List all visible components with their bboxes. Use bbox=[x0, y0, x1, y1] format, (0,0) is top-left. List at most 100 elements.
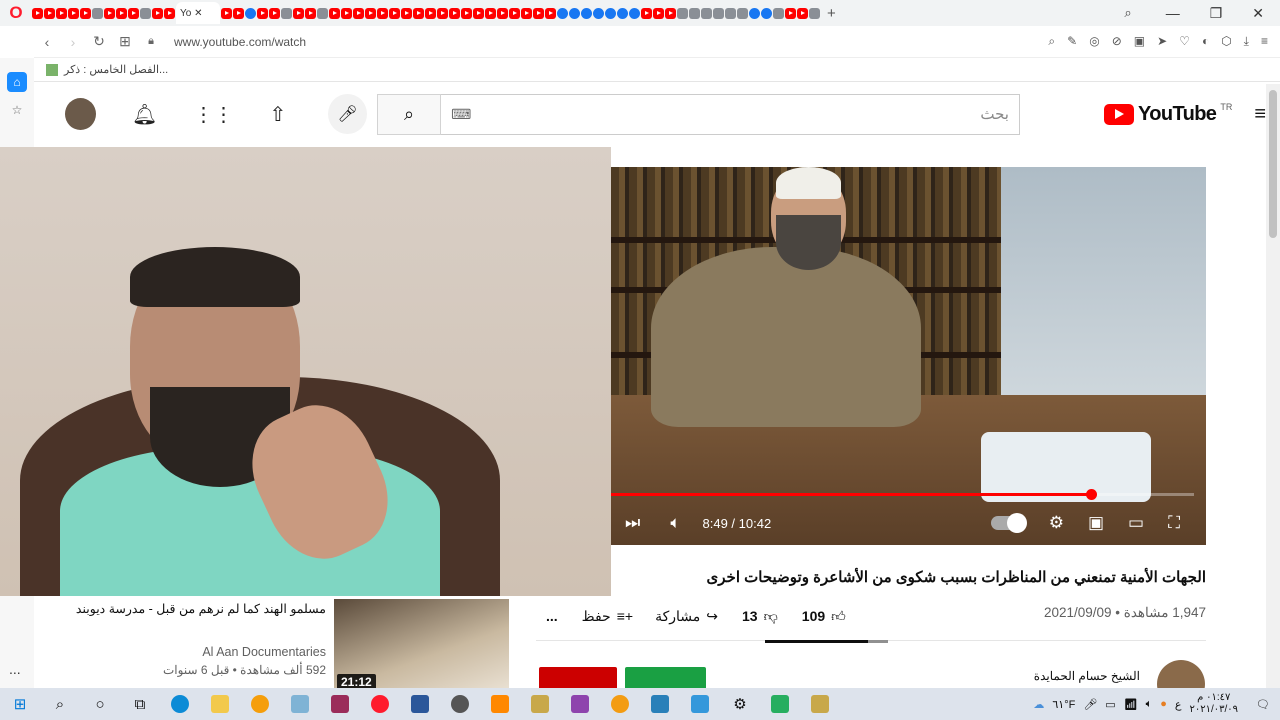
youtube-tab-icon[interactable] bbox=[377, 7, 388, 19]
telegram-tab-icon[interactable] bbox=[629, 7, 640, 19]
pdf-icon[interactable] bbox=[560, 688, 600, 720]
generic-tab-icon[interactable] bbox=[737, 7, 748, 19]
youtube-tab-icon[interactable] bbox=[401, 7, 412, 19]
youtube-tab-icon[interactable] bbox=[509, 7, 520, 19]
search-icon[interactable]: ⌕ bbox=[40, 688, 80, 720]
youtube-tab-icon[interactable] bbox=[413, 7, 424, 19]
generic-tab-icon[interactable] bbox=[809, 7, 820, 19]
download-icon[interactable]: ⤓ bbox=[1244, 34, 1249, 49]
notifications-bell-icon[interactable]: 🔔︎ bbox=[132, 102, 157, 127]
app-icon[interactable] bbox=[520, 688, 560, 720]
app-icon[interactable] bbox=[680, 688, 720, 720]
media-icon[interactable] bbox=[440, 688, 480, 720]
youtube-tab-icon[interactable] bbox=[104, 7, 115, 19]
share-button[interactable]: مشاركة ↪ bbox=[655, 608, 718, 625]
upload-icon[interactable]: ⇧ bbox=[269, 102, 286, 127]
adblock-icon[interactable]: ⊘ bbox=[1112, 34, 1122, 49]
apps-grid-icon[interactable]: ⋮⋮ bbox=[193, 102, 233, 127]
opera-icon[interactable] bbox=[360, 688, 400, 720]
cortana-icon[interactable]: ○ bbox=[80, 688, 120, 720]
save-button[interactable]: حفظ ≡+ bbox=[582, 608, 633, 625]
app-icon[interactable] bbox=[240, 688, 280, 720]
url-field[interactable]: www.youtube.com/watch bbox=[174, 35, 306, 49]
gmail-tab-icon[interactable] bbox=[92, 7, 103, 19]
generic-tab-icon[interactable] bbox=[317, 7, 328, 19]
facebook-tab-icon[interactable] bbox=[569, 7, 580, 19]
youtube-tab-icon[interactable] bbox=[164, 7, 175, 19]
search-button[interactable]: ⌕ bbox=[377, 93, 442, 135]
avatar[interactable] bbox=[65, 98, 97, 130]
youtube-tab-icon[interactable] bbox=[461, 7, 472, 19]
menu-icon[interactable]: ≡ bbox=[1261, 34, 1268, 49]
youtube-tab-icon[interactable] bbox=[293, 7, 304, 19]
youtube-tab-icon[interactable] bbox=[80, 7, 91, 19]
facebook-tab-icon[interactable] bbox=[581, 7, 592, 19]
like-button[interactable]: 109 👍︎ bbox=[802, 608, 846, 625]
settings-gear-icon[interactable]: ⚙ bbox=[720, 688, 760, 720]
generic-tab-icon[interactable] bbox=[701, 7, 712, 19]
photos-icon[interactable] bbox=[640, 688, 680, 720]
volume-icon[interactable]: 🔈︎ bbox=[670, 513, 680, 533]
youtube-logo[interactable]: YouTube TR bbox=[1103, 102, 1232, 126]
youtube-tab-icon[interactable] bbox=[305, 7, 316, 19]
generic-tab-icon[interactable] bbox=[689, 7, 700, 19]
theater-mode-icon[interactable]: ▭ bbox=[1128, 513, 1144, 533]
close-icon[interactable]: ✕ bbox=[1252, 5, 1264, 22]
weather-icon[interactable]: ☁ bbox=[1033, 698, 1044, 711]
facebook-tab-icon[interactable] bbox=[761, 7, 772, 19]
youtube-tab-icon[interactable] bbox=[56, 7, 67, 19]
autoplay-toggle[interactable] bbox=[990, 513, 1027, 533]
vlc-icon[interactable] bbox=[480, 688, 520, 720]
restore-icon[interactable]: ❐ bbox=[1210, 5, 1223, 22]
app-icon[interactable] bbox=[800, 688, 840, 720]
voice-search-button[interactable]: 🎤︎ bbox=[328, 94, 368, 134]
youtube-tab-icon[interactable] bbox=[233, 7, 244, 19]
youtube-tab-icon[interactable] bbox=[32, 7, 43, 19]
youtube-tab-icon[interactable] bbox=[533, 7, 544, 19]
minimize-icon[interactable]: — bbox=[1166, 5, 1180, 22]
file-explorer-icon[interactable] bbox=[200, 688, 240, 720]
word-icon[interactable] bbox=[400, 688, 440, 720]
temperature[interactable]: ٦١°F bbox=[1052, 698, 1075, 711]
facebook-tab-icon[interactable] bbox=[245, 7, 256, 19]
paint-icon[interactable] bbox=[280, 688, 320, 720]
clock[interactable]: ٠١:٤٧ م ٢٠٢١/٠٣/٠٩ bbox=[1190, 692, 1239, 716]
youtube-tab-icon[interactable] bbox=[653, 7, 664, 19]
facebook-tab-icon[interactable] bbox=[617, 7, 628, 19]
settings-gear-icon[interactable]: ⚙ bbox=[1049, 513, 1064, 533]
tab-search-icon[interactable]: ⌕ bbox=[1124, 5, 1131, 21]
back-icon[interactable]: ‹ bbox=[34, 34, 60, 50]
new-tab-icon[interactable]: + bbox=[827, 5, 836, 22]
youtube-tab-icon[interactable] bbox=[353, 7, 364, 19]
youtube-tab-icon[interactable] bbox=[329, 7, 340, 19]
youtube-tab-icon[interactable] bbox=[257, 7, 268, 19]
notifications-icon[interactable]: 🗨︎ bbox=[1256, 698, 1270, 711]
search-page-icon[interactable]: ⌕ bbox=[1048, 34, 1055, 49]
fullscreen-icon[interactable]: ⛶ bbox=[1168, 513, 1180, 533]
battery-icon[interactable]: ▭ bbox=[1105, 698, 1115, 711]
edit-icon[interactable]: ✎ bbox=[1067, 34, 1077, 49]
network-icon[interactable]: 📶︎ bbox=[1124, 698, 1138, 711]
youtube-tab-icon[interactable] bbox=[545, 7, 556, 19]
youtube-tab-icon[interactable] bbox=[641, 7, 652, 19]
youtube-tab-icon[interactable] bbox=[221, 7, 232, 19]
channel-name[interactable]: الشيخ حسام الحمايدة bbox=[900, 669, 1140, 683]
more-actions-icon[interactable]: ... bbox=[546, 608, 558, 624]
volume-tray-icon[interactable]: 🔈︎ bbox=[1146, 698, 1153, 711]
translate-tab-icon[interactable] bbox=[140, 7, 151, 19]
youtube-tab-icon[interactable] bbox=[449, 7, 460, 19]
tabs-grid-icon[interactable]: ⊞ bbox=[112, 33, 138, 50]
mic-tray-icon[interactable]: 🎤︎ bbox=[1083, 698, 1097, 711]
facebook-tab-icon[interactable] bbox=[749, 7, 760, 19]
search-input[interactable]: بحث ⌨ bbox=[441, 93, 1020, 135]
generic-tab-icon[interactable] bbox=[281, 7, 292, 19]
scrollbar-thumb[interactable] bbox=[1269, 90, 1277, 238]
youtube-tab-icon[interactable] bbox=[497, 7, 508, 19]
dislike-button[interactable]: 13 👎︎ bbox=[742, 608, 778, 625]
facebook-tab-icon[interactable] bbox=[557, 7, 568, 19]
keyboard-icon[interactable]: ⌨ bbox=[451, 106, 471, 123]
progress-scrubber[interactable] bbox=[1086, 489, 1097, 500]
wikipedia-tab-icon[interactable] bbox=[677, 7, 688, 19]
youtube-tab-icon[interactable] bbox=[341, 7, 352, 19]
youtube-tab-icon[interactable] bbox=[521, 7, 532, 19]
